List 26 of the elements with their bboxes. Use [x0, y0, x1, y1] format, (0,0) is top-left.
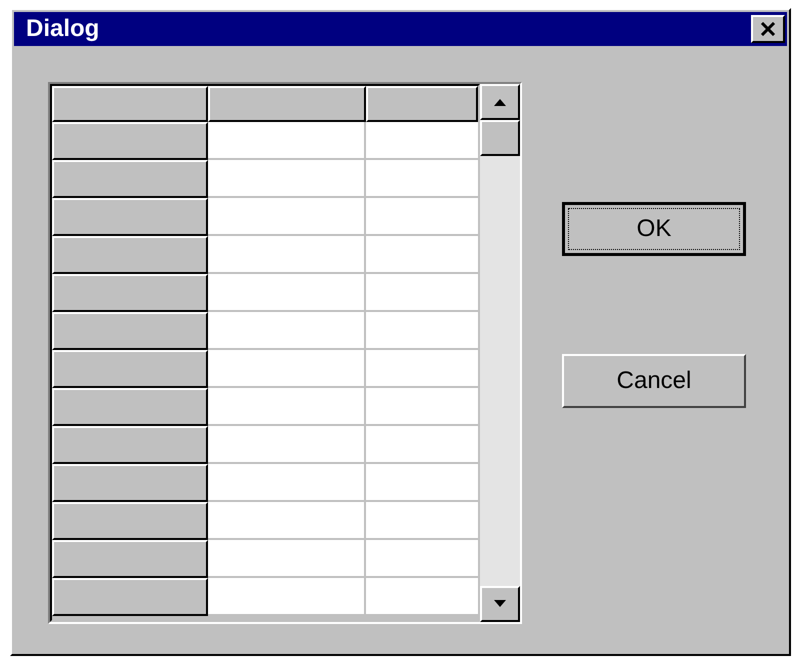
row-header-cell[interactable]: [52, 122, 208, 160]
ok-button[interactable]: OK: [562, 202, 746, 256]
close-icon: [760, 22, 776, 36]
down-arrow-icon: [493, 600, 507, 608]
window-title: Dialog: [26, 14, 100, 44]
up-arrow-icon: [493, 98, 507, 106]
row-header-cell[interactable]: [52, 426, 208, 464]
row-header-cell[interactable]: [52, 388, 208, 426]
row-header-cell[interactable]: [52, 350, 208, 388]
scroll-down-button[interactable]: [480, 586, 520, 622]
close-button[interactable]: [751, 15, 785, 43]
header-cell[interactable]: [52, 86, 208, 122]
row-header-cell[interactable]: [52, 236, 208, 274]
header-cell[interactable]: [208, 86, 366, 122]
header-cell[interactable]: [366, 86, 478, 122]
row-header-cell[interactable]: [52, 198, 208, 236]
row-header-cell[interactable]: [52, 502, 208, 540]
row-header-cell[interactable]: [52, 274, 208, 312]
row-header-cell[interactable]: [52, 540, 208, 578]
cancel-button[interactable]: Cancel: [562, 354, 746, 408]
scroll-up-button[interactable]: [480, 84, 520, 120]
row-header-cell[interactable]: [52, 160, 208, 198]
row-header-cell[interactable]: [52, 464, 208, 502]
scroll-thumb[interactable]: [480, 120, 520, 156]
row-header-cell[interactable]: [52, 312, 208, 350]
row-header-cell[interactable]: [52, 578, 208, 616]
